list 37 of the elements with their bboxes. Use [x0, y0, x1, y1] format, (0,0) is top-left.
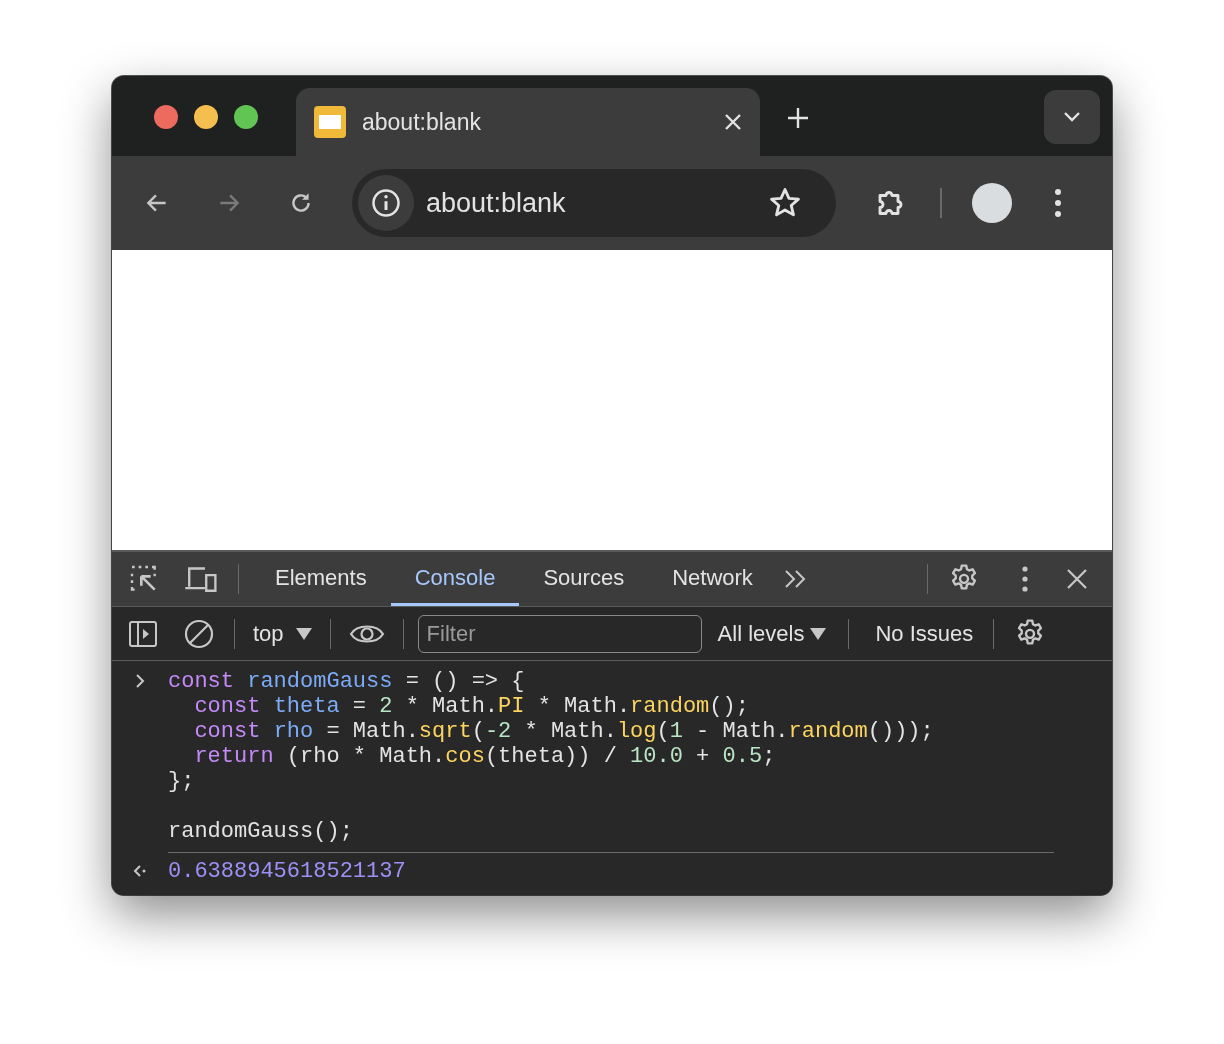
info-icon — [371, 188, 401, 218]
address-bar[interactable]: about:blank — [352, 169, 836, 237]
close-tab-icon[interactable] — [724, 113, 742, 131]
browser-tab[interactable]: about:blank — [296, 88, 760, 156]
code-line: }; — [168, 769, 195, 794]
dropdown-triangle-icon — [295, 627, 312, 640]
devtools-tab[interactable]: Sources — [519, 552, 649, 606]
code-line: const theta = 2 * Math.PI * Math.random(); — [193, 694, 749, 719]
minimize-window-button[interactable] — [194, 105, 218, 129]
log-levels-dropdown[interactable]: All levels — [717, 620, 849, 647]
device-toolbar-icon[interactable] — [184, 564, 218, 594]
devtools-tab[interactable]: Elements — [251, 552, 391, 606]
input-prompt-icon — [135, 673, 145, 689]
chevron-down-icon — [1063, 111, 1081, 123]
profile-avatar[interactable] — [972, 183, 1012, 223]
code-line: randomGauss(); — [168, 819, 353, 844]
devtools-tab[interactable]: Network — [648, 552, 777, 606]
clear-console-icon[interactable] — [184, 618, 214, 649]
close-icon[interactable] — [1066, 568, 1088, 590]
site-info-button[interactable] — [358, 175, 414, 231]
code-line: const randomGauss = () => { — [168, 669, 525, 694]
sidebar-toggle-icon[interactable] — [128, 619, 158, 648]
code-line: return (rho * Math.cos(theta)) / 10.0 + 0.5; — [193, 744, 776, 769]
page-favicon-icon — [314, 106, 346, 138]
context-selector[interactable]: top — [235, 620, 330, 647]
result-arrow-icon — [132, 863, 148, 879]
address-text: about:blank — [426, 187, 567, 219]
dropdown-triangle-icon — [810, 627, 827, 640]
more-options-icon[interactable] — [1022, 566, 1028, 592]
issues-button[interactable]: No Issues — [849, 620, 994, 647]
new-tab-icon[interactable] — [786, 106, 810, 130]
code-line: const rho = Math.sqrt(-2 * Math.log(1 - Math.random())); — [193, 719, 934, 744]
more-menu-icon[interactable] — [1054, 188, 1062, 218]
result-value: 0.6388945618521137 — [168, 859, 406, 884]
filter-input[interactable]: Filter — [417, 614, 702, 653]
close-window-button[interactable] — [154, 105, 178, 129]
zoom-window-button[interactable] — [234, 105, 258, 129]
